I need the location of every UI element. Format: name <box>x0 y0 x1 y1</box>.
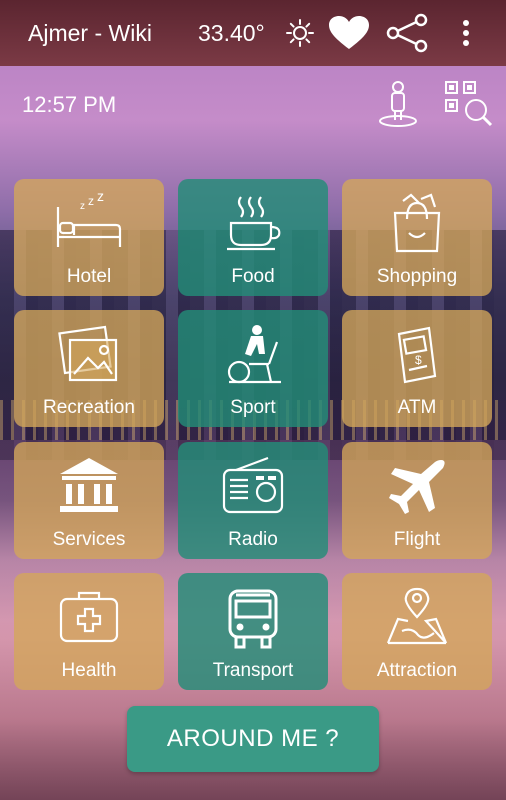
svg-text:z: z <box>97 193 104 204</box>
tile-attraction[interactable]: Attraction <box>342 573 492 690</box>
svg-text:z: z <box>88 194 94 208</box>
airplane-icon <box>389 460 445 514</box>
first-aid-kit-icon <box>59 591 119 643</box>
tile-label: Sport <box>230 397 276 418</box>
tile-hotel[interactable]: z z z Hotel <box>14 179 164 296</box>
tile-label: Attraction <box>376 660 458 681</box>
tile-food[interactable]: Food <box>178 179 328 296</box>
tile-recreation[interactable]: Recreation <box>14 310 164 427</box>
bed-icon: z z z <box>56 193 122 247</box>
tile-health[interactable]: Health <box>14 573 164 690</box>
favorite-heart-icon[interactable] <box>327 13 371 53</box>
coffee-cup-icon <box>227 196 281 251</box>
tile-label: Services <box>52 529 126 550</box>
tile-label: Hotel <box>66 266 112 287</box>
svg-text:z: z <box>80 201 85 212</box>
tile-label: Radio <box>228 529 278 550</box>
bus-icon <box>228 589 278 649</box>
tile-flight[interactable]: Flight <box>342 442 492 559</box>
tile-label: Recreation <box>43 397 135 418</box>
around-me-button[interactable]: AROUND ME ? <box>127 706 379 772</box>
exercise-bike-icon <box>227 325 281 384</box>
tile-label: Shopping <box>376 266 458 287</box>
radio-icon <box>222 456 284 514</box>
map-pin-icon <box>386 587 448 645</box>
tile-label: ATM <box>397 397 437 418</box>
tile-sport[interactable]: Sport <box>178 310 328 427</box>
picture-icon <box>58 325 118 382</box>
more-options-icon[interactable] <box>452 13 480 53</box>
tile-radio[interactable]: Radio <box>178 442 328 559</box>
svg-text:$: $ <box>415 353 422 367</box>
street-view-person-icon[interactable] <box>376 80 420 128</box>
tile-atm[interactable]: $ ATM <box>342 310 492 427</box>
tile-shopping[interactable]: Shopping <box>342 179 492 296</box>
sun-icon[interactable] <box>280 13 320 53</box>
tile-services[interactable]: Services <box>14 442 164 559</box>
bank-building-icon <box>60 458 118 512</box>
tile-transport[interactable]: Transport <box>178 573 328 690</box>
shopping-bag-icon <box>393 193 441 253</box>
current-time: 12:57 PM <box>22 92 117 117</box>
atm-machine-icon: $ <box>397 326 437 384</box>
qr-search-icon[interactable] <box>444 80 494 128</box>
tile-label: Food <box>231 266 275 287</box>
tile-label: Health <box>61 660 117 681</box>
app-bar: Ajmer - Wiki 33.40° <box>0 0 506 66</box>
temperature-label: 33.40° <box>198 20 265 46</box>
app-title: Ajmer - Wiki <box>28 20 152 46</box>
share-icon[interactable] <box>385 13 431 53</box>
tile-label: Flight <box>393 529 441 550</box>
tile-label: Transport <box>212 660 294 681</box>
